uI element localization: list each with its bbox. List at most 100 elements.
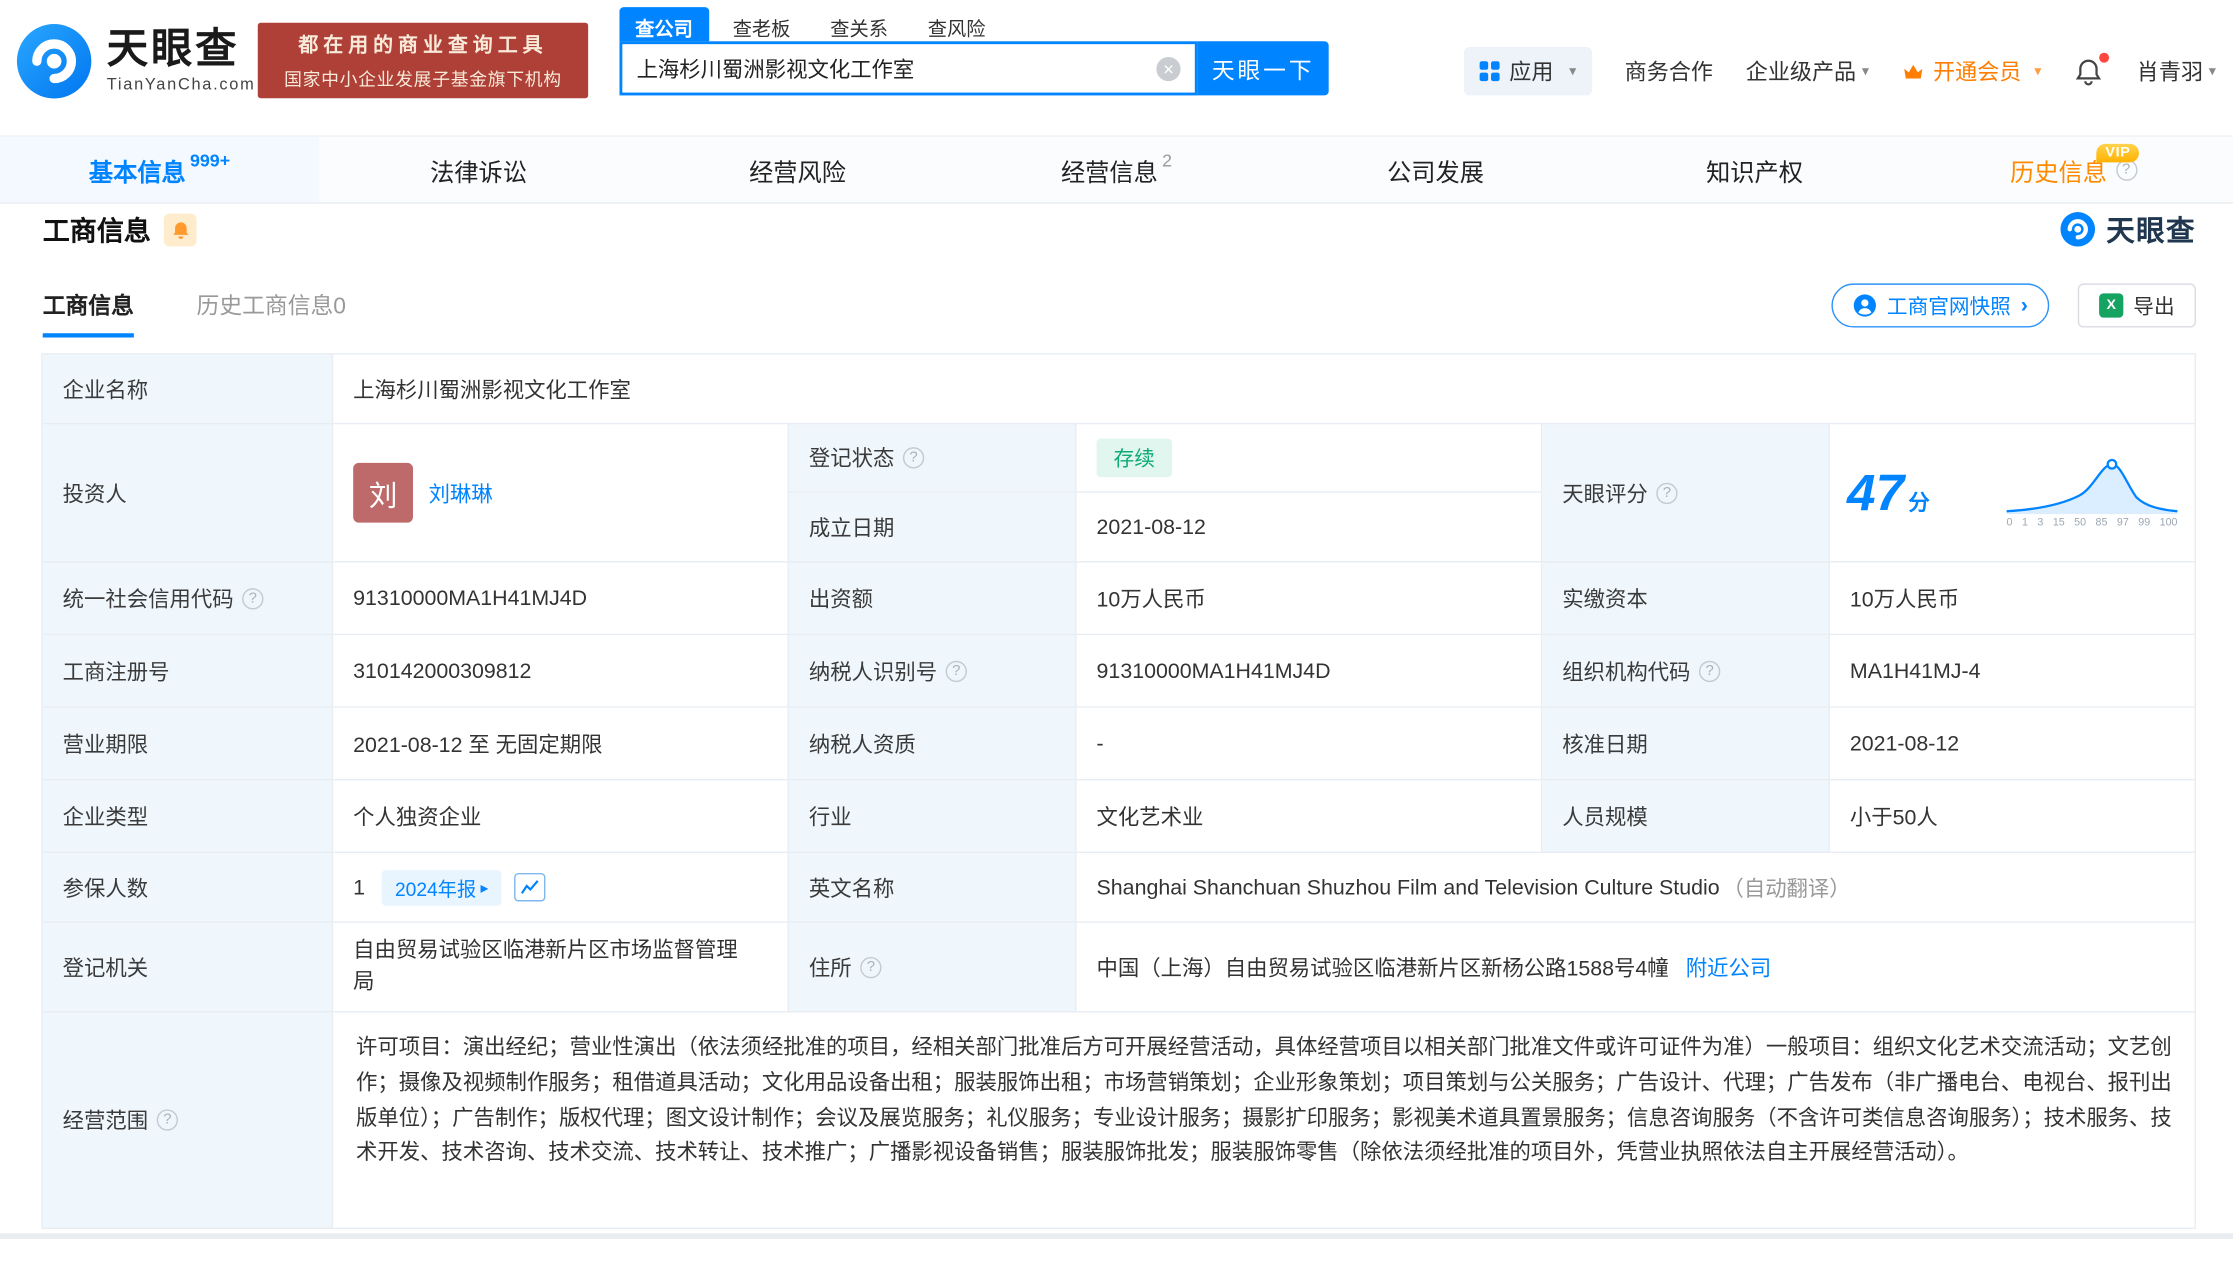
apps-menu[interactable]: 应用 [1463,46,1592,96]
table-row-reg-status: 登记状态 存续 [788,424,1543,493]
score-axis: 0 1 3 15 50 85 97 99 100 [2007,516,2178,529]
axis-tick: 99 [2138,515,2151,529]
field-label: 登记机关 [42,922,334,1013]
search-input[interactable] [636,56,1157,81]
vip-upgrade-link[interactable]: 开通会员 [1902,56,2042,87]
table-row-company-type: 企业类型 个人独资企业 行业 文化艺术业 人员规模 小于50人 [42,780,2195,854]
help-icon[interactable] [1698,660,1721,682]
annual-report-tag[interactable]: 2024年报 [382,869,502,906]
trend-chart-icon[interactable] [513,872,546,902]
field-label-wrap: 天眼评分 [1542,424,1830,563]
score-number: 47 分 [1847,463,1930,523]
status-badge: 存续 [1096,438,1173,478]
tianyancha-watermark: 天眼查 [2059,208,2196,249]
tab-intellectual-property[interactable]: 知识产权 [1595,137,1914,203]
field-label-wrap: 组织机构代码 [1542,635,1830,708]
field-label: 核准日期 [1542,707,1830,781]
enterprise-products-label: 企业级产品 [1745,61,1857,86]
monitor-bell-icon[interactable] [163,213,197,247]
tab-basic-info[interactable]: 基本信息 999+ [0,136,319,203]
english-name-value: Shanghai Shanchuan Shuzhou Film and Tele… [1096,875,1720,900]
tab-label: 知识产权 [1706,158,1803,186]
axis-tick: 0 [2006,515,2013,529]
watermark-text: 天眼查 [2106,216,2196,248]
search-bar: 天眼一下 [619,41,1329,96]
tab-business-info[interactable]: 经营信息 2 [957,137,1276,203]
export-label: 导出 [2133,296,2175,319]
logo-text-en: TianYanCha.com [106,76,256,94]
header-menu: 应用 商务合作 企业级产品 开通会员 肖青羽 [1463,46,2216,96]
status-date-block: 登记状态 存续 成立日期 2021-08-12 [788,424,1543,563]
subtab-history-registration[interactable]: 历史工商信息0 [197,286,346,337]
help-icon[interactable] [945,660,967,682]
section-actions: 工商官网快照 导出 [1831,283,2196,328]
investor-avatar[interactable]: 刘 [353,462,413,523]
establish-date-value: 2021-08-12 [1076,492,1543,563]
snapshot-label: 工商官网快照 [1886,296,2011,319]
field-label: 人员规模 [1542,780,1830,854]
field-label: 行业 [788,780,1077,854]
tianyancha-logo-icon [16,24,92,99]
section-divider [0,1233,2233,1239]
help-icon[interactable] [860,956,882,978]
score-cell[interactable]: 47 分 0 1 3 15 50 85 97 99 100 [1829,424,2195,563]
address-value: 中国（上海）自由贸易试验区临港新片区新杨公路1588号4幢 [1096,956,1669,981]
reg-status-cell: 存续 [1076,424,1543,493]
tab-label: 经营风险 [749,158,846,186]
nearby-companies-link[interactable]: 附近公司 [1686,952,1771,982]
help-icon[interactable] [156,1109,179,1131]
axis-tick: 100 [2159,515,2178,529]
reg-number-value: 310142000309812 [333,635,789,708]
field-label: 工商注册号 [42,635,334,708]
tianyancha-watermark-icon [2060,211,2096,246]
tab-history-info[interactable]: VIP 历史信息 [1914,137,2233,203]
score-value: 47 [1847,462,1905,522]
tab-label: 历史信息 [2010,158,2107,186]
tab-company-development[interactable]: 公司发展 [1276,137,1595,203]
business-info-table: 企业名称 上海杉川蜀洲影视文化工作室 投资人 刘 刘琳琳 登记状态 存续 [41,353,2196,1229]
search-button[interactable]: 天眼一下 [1197,41,1329,96]
export-button[interactable]: 导出 [2077,283,2196,328]
slogan-line2: 国家中小企业发展子基金旗下机构 [284,69,562,90]
axis-tick: 15 [2052,515,2065,529]
investor-link[interactable]: 刘琳琳 [429,478,493,508]
insured-count-cell: 1 2024年报 [333,853,789,923]
axis-tick: 1 [2021,515,2028,529]
table-row-reg-number: 工商注册号 310142000309812 纳税人识别号 91310000MA1… [42,635,2195,708]
person-icon [1853,294,1876,317]
field-label: 住所 [808,956,852,981]
section-header: 工商信息 [43,211,197,249]
english-name-cell: Shanghai Shanchuan Shuzhou Film and Tele… [1076,853,2195,923]
staff-size-value: 小于50人 [1829,780,2195,854]
official-snapshot-button[interactable]: 工商官网快照 [1831,283,2050,328]
tianyancha-logo[interactable]: 天眼查 TianYanCha.com [14,21,255,101]
org-code-value: MA1H41MJ-4 [1829,635,2195,708]
tab-legal-proceedings[interactable]: 法律诉讼 [319,137,638,203]
user-menu[interactable]: 肖青羽 [2137,56,2216,87]
help-icon[interactable] [902,447,925,469]
subtab-business-registration[interactable]: 工商信息 [42,286,134,338]
field-label: 英文名称 [788,853,1077,923]
crown-icon [1904,64,1923,78]
table-row-authority: 登记机关 自由贸易试验区临港新片区市场监督管理局 住所 中国（上海）自由贸易试验… [42,922,2195,1013]
slogan-line1: 都在用的商业查询工具 [298,32,548,56]
tab-count-badge: 2 [1162,150,1172,171]
help-icon[interactable] [242,587,264,609]
help-icon[interactable] [1656,482,1678,504]
notifications-bell[interactable] [2074,51,2110,86]
field-label-wrap: 统一社会信用代码 [42,562,334,636]
taxpayer-quality-value: - [1076,707,1543,781]
top-header: 天眼查 TianYanCha.com 都在用的商业查询工具 国家中小企业发展子基… [0,0,2233,136]
industry-value: 文化艺术业 [1076,780,1543,854]
table-row-business-scope: 经营范围 许可项目：演出经纪；营业性演出（依法须经批准的项目，经相关部门批准后方… [42,1012,2195,1228]
clear-search-icon[interactable] [1156,56,1181,81]
vip-label: 开通会员 [1933,61,2022,86]
chevron-down-icon [1569,63,1576,79]
tab-operation-risk[interactable]: 经营风险 [638,137,957,203]
company-nav-tabs: 基本信息 999+ 法律诉讼 经营风险 经营信息 2 公司发展 知识产权 VIP… [0,135,2233,204]
enterprise-products-menu[interactable]: 企业级产品 [1746,56,1869,87]
auto-translate-note: （自动翻译） [1722,876,1851,901]
business-cooperation-link[interactable]: 商务合作 [1625,56,1713,87]
axis-tick: 85 [2095,515,2108,529]
taxpayer-id-value: 91310000MA1H41MJ4D [1076,635,1543,708]
